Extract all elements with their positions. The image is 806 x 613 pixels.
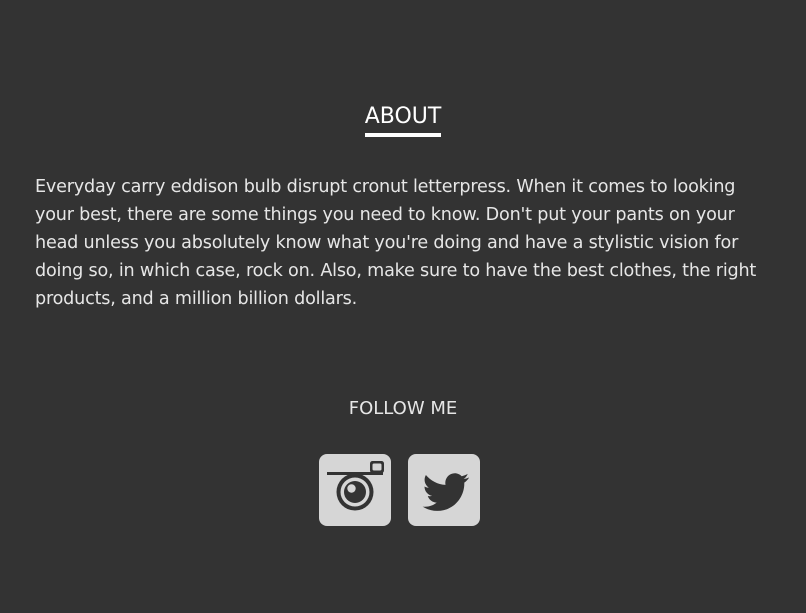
about-heading-label: ABOUT <box>364 103 442 137</box>
about-text: Everyday carry eddison bulb disrupt cron… <box>35 177 757 309</box>
social-links <box>319 454 480 526</box>
twitter-link[interactable] <box>408 454 480 526</box>
about-heading: ABOUT <box>0 101 806 137</box>
instagram-link[interactable] <box>319 454 391 526</box>
follow-heading: FOLLOW ME <box>348 398 458 419</box>
twitter-icon <box>422 473 469 511</box>
instagram-icon <box>319 461 391 511</box>
